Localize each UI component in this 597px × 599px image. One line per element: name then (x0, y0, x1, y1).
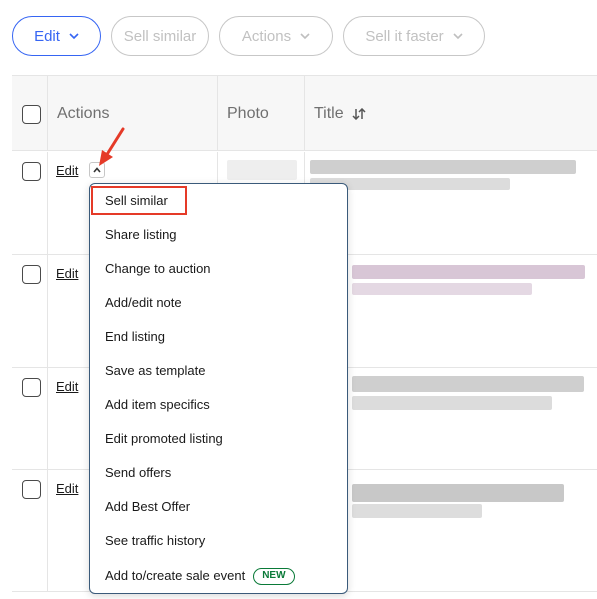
photo-column-header: Photo (227, 105, 269, 122)
listing-title-blurred (352, 376, 584, 392)
edit-dropdown-button[interactable]: Edit (12, 16, 101, 56)
highlight-box (91, 186, 187, 215)
menu-item-see-traffic-history[interactable]: See traffic history (105, 531, 205, 551)
row-checkbox[interactable] (22, 162, 41, 181)
listing-photo (227, 160, 297, 180)
listing-title-blurred (352, 265, 585, 279)
row-checkbox[interactable] (22, 378, 41, 397)
listing-title-blurred (352, 396, 552, 410)
title-column-label: Title (314, 105, 344, 122)
menu-item-add-best-offer[interactable]: Add Best Offer (105, 497, 190, 517)
column-divider (47, 255, 48, 367)
chevron-down-icon (453, 33, 463, 40)
column-divider (47, 152, 48, 254)
menu-item-add-item-specifics[interactable]: Add item specifics (105, 395, 210, 415)
sell-faster-label: Sell it faster (365, 27, 444, 45)
menu-item-end-listing[interactable]: End listing (105, 327, 165, 347)
menu-item-sale-event[interactable]: Add to/create sale event NEW (105, 566, 295, 586)
pointer-arrow-icon (99, 127, 125, 166)
row-actions-menu: Sell similar Share listing Change to auc… (89, 183, 348, 594)
row-checkbox[interactable] (22, 265, 41, 284)
listing-title-blurred (352, 484, 564, 502)
row-edit-link[interactable]: Edit (56, 481, 78, 496)
column-divider (217, 76, 218, 150)
row-edit-link[interactable]: Edit (56, 379, 78, 394)
menu-item-save-as-template[interactable]: Save as template (105, 361, 205, 381)
menu-item-share-listing[interactable]: Share listing (105, 225, 177, 245)
sell-similar-button[interactable]: Sell similar (111, 16, 209, 56)
menu-item-edit-promoted-listing[interactable]: Edit promoted listing (105, 429, 223, 449)
row-edit-link[interactable]: Edit (56, 266, 78, 281)
chevron-down-icon (300, 33, 310, 40)
column-divider (47, 470, 48, 591)
new-badge: NEW (253, 568, 295, 586)
actions-dropdown-label: Actions (241, 27, 292, 45)
row-checkbox[interactable] (22, 480, 41, 499)
row-edit-link[interactable]: Edit (56, 163, 78, 178)
listing-title-blurred (352, 283, 532, 295)
listing-title-blurred (310, 160, 576, 174)
menu-item-send-offers[interactable]: Send offers (105, 463, 171, 483)
column-divider (47, 76, 48, 150)
sell-similar-label: Sell similar (123, 27, 197, 45)
sort-icon[interactable] (352, 107, 366, 120)
menu-item-sale-event-label: Add to/create sale event (105, 568, 246, 583)
listing-title-blurred (352, 504, 482, 518)
column-divider (47, 368, 48, 469)
actions-dropdown-button[interactable]: Actions (219, 16, 333, 56)
select-all-checkbox[interactable] (22, 105, 41, 124)
menu-item-change-to-auction[interactable]: Change to auction (105, 259, 211, 279)
title-column-header[interactable]: Title (314, 105, 366, 123)
column-divider (304, 76, 305, 150)
actions-column-header: Actions (57, 105, 110, 122)
edit-dropdown-label: Edit (34, 27, 60, 45)
sell-faster-dropdown-button[interactable]: Sell it faster (343, 16, 485, 56)
chevron-down-icon (69, 33, 79, 40)
listing-toolbar: Edit Sell similar Actions Sell it faster (12, 16, 485, 56)
menu-item-add-edit-note[interactable]: Add/edit note (105, 293, 182, 313)
